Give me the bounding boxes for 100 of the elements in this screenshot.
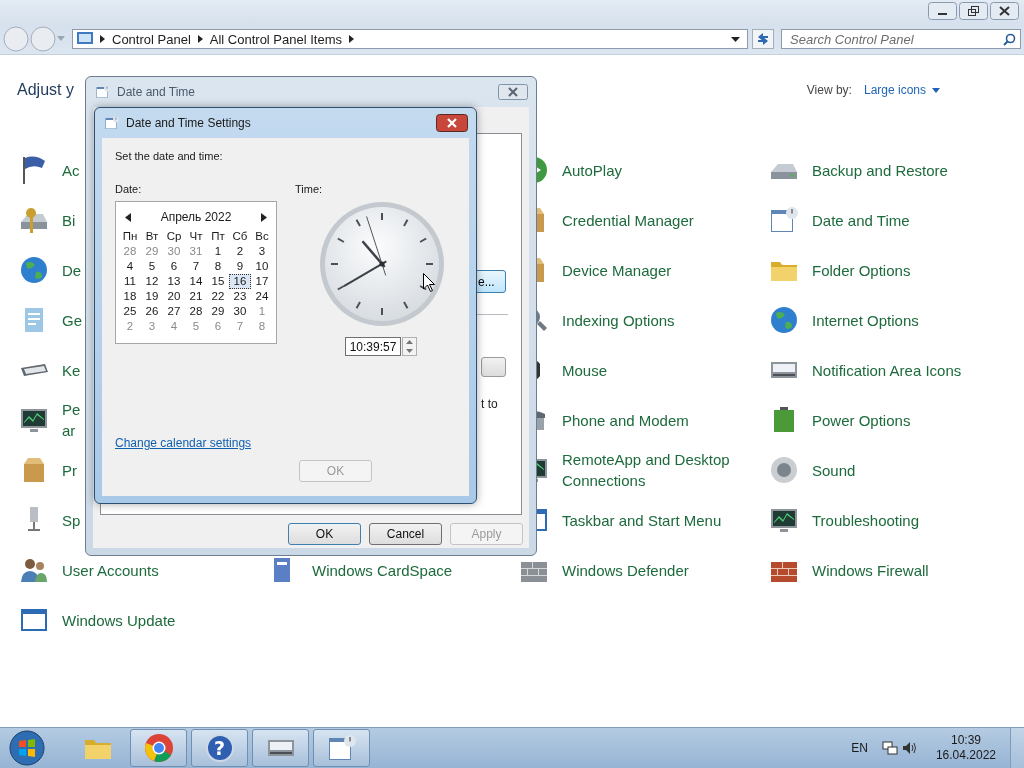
calendar-day[interactable]: 6 xyxy=(163,259,185,274)
weekday-header: Вт xyxy=(144,229,160,244)
calendar-day[interactable]: 29 xyxy=(141,244,163,259)
dialog-button[interactable]: Cancel xyxy=(369,523,442,545)
control-panel-item[interactable]: Sp xyxy=(62,509,81,531)
control-panel-item[interactable]: Pr xyxy=(62,459,77,481)
control-panel-item[interactable]: Troubleshooting xyxy=(812,509,919,531)
view-by-dropdown[interactable]: Large icons xyxy=(863,83,926,97)
calendar-day[interactable]: 2 xyxy=(229,244,251,259)
clock-time[interactable]: 10:39 xyxy=(950,733,981,748)
control-panel-item[interactable]: Ke xyxy=(62,359,81,381)
control-panel-item[interactable]: Windows Defender xyxy=(562,559,689,581)
calendar-day[interactable]: 8 xyxy=(251,319,273,334)
calendar-day[interactable]: 19 xyxy=(141,289,163,304)
calendar-day[interactable]: 3 xyxy=(251,244,273,259)
calendar-day[interactable]: 29 xyxy=(207,304,229,319)
calendar-day[interactable]: 20 xyxy=(163,289,185,304)
calendar-settings-link[interactable]: Change calendar settings xyxy=(115,436,252,450)
calendar[interactable]: Апрель 2022 Пн Вт Ср Чт Пт Сб Вс 28 29 30 31 1 2 3 4 5 6 7 8 9 10 11 12 13 14 15 16 17 18 19 20 21 22 23 24 25 26 27 28 29 30 1 2 3 4 5 6 7 8 xyxy=(115,201,277,344)
control-panel-item[interactable]: RemoteApp and Desktop Connections xyxy=(562,449,752,491)
month-title[interactable]: Апрель 2022 xyxy=(160,210,232,224)
page-heading: Adjust y xyxy=(17,81,74,99)
calendar-day[interactable]: 2 xyxy=(119,319,141,334)
calendar-day[interactable]: 7 xyxy=(185,259,207,274)
calendar-day[interactable]: 28 xyxy=(185,304,207,319)
calendar-day[interactable]: 14 xyxy=(185,274,207,289)
calendar-day[interactable]: 30 xyxy=(163,244,185,259)
calendar-day[interactable]: 1 xyxy=(207,244,229,259)
control-panel-item[interactable]: Windows Update xyxy=(62,609,176,631)
weekday-header: Чт xyxy=(188,229,204,244)
window-title: Date and Time xyxy=(117,85,196,99)
calendar-day[interactable]: 4 xyxy=(119,259,141,274)
calendar-day[interactable]: 15 xyxy=(207,274,229,289)
weekday-header: Пт xyxy=(210,229,226,244)
calendar-day[interactable]: 25 xyxy=(119,304,141,319)
note-text: t to xyxy=(481,397,498,411)
control-panel-item[interactable]: Sound xyxy=(812,459,856,481)
control-panel-item[interactable]: AutoPlay xyxy=(562,159,623,181)
calendar-day[interactable]: 9 xyxy=(229,259,251,274)
calendar-day[interactable]: 28 xyxy=(119,244,141,259)
control-panel-item[interactable]: Notification Area Icons xyxy=(812,359,962,381)
calendar-day[interactable]: 30 xyxy=(229,304,251,319)
time-field[interactable]: 10:39:57 xyxy=(344,337,402,356)
calendar-day[interactable]: 26 xyxy=(141,304,163,319)
window-title: Date and Time Settings xyxy=(126,116,251,130)
weekday-header: Вс xyxy=(254,229,270,244)
calendar-day[interactable]: 24 xyxy=(251,289,273,304)
calendar-day[interactable]: 31 xyxy=(185,244,207,259)
control-panel-item[interactable]: Pe ar xyxy=(62,399,81,441)
calendar-day[interactable]: 17 xyxy=(251,274,273,289)
calendar-day[interactable]: 22 xyxy=(207,289,229,304)
time-label: Time: xyxy=(295,183,323,195)
control-panel-item[interactable]: Internet Options xyxy=(812,309,919,331)
control-panel-item[interactable]: Date and Time xyxy=(812,209,910,231)
help-icon: ? xyxy=(205,734,234,762)
control-panel-item[interactable]: Backup and Restore xyxy=(812,159,948,181)
clock-date[interactable]: 16.04.2022 xyxy=(935,748,996,763)
weekday-header: Пн xyxy=(121,229,139,244)
control-panel-item[interactable]: Ge xyxy=(62,309,82,331)
control-panel-item[interactable]: Folder Options xyxy=(812,259,911,281)
weekday-header: Ср xyxy=(165,229,183,244)
calendar-day[interactable]: 10 xyxy=(251,259,273,274)
taskbar-button[interactable]: ? xyxy=(191,729,248,767)
control-panel-item[interactable]: User Accounts xyxy=(62,559,159,581)
control-panel-item[interactable]: Ac xyxy=(62,159,80,181)
view-by-label: View by: xyxy=(806,83,852,97)
date-label: Date: xyxy=(115,183,142,195)
control-panel-item[interactable]: Indexing Options xyxy=(562,309,675,331)
control-panel-item[interactable]: Device Manager xyxy=(562,259,672,281)
calendar-day[interactable]: 12 xyxy=(141,274,163,289)
calendar-day[interactable]: 11 xyxy=(119,274,141,289)
calendar-day[interactable]: 5 xyxy=(185,319,207,334)
calendar-day[interactable]: 5 xyxy=(141,259,163,274)
calendar-day[interactable]: 6 xyxy=(207,319,229,334)
calendar-day[interactable]: 8 xyxy=(207,259,229,274)
control-panel-item[interactable]: Windows Firewall xyxy=(812,559,929,581)
search-field[interactable]: Search Control Panel xyxy=(781,29,1021,49)
control-panel-item[interactable]: Mouse xyxy=(562,359,608,381)
prompt-text: Set the date and time: xyxy=(115,150,224,162)
calendar-day[interactable]: 18 xyxy=(119,289,141,304)
breadcrumb[interactable]: Control Panel xyxy=(112,31,191,47)
breadcrumb[interactable]: All Control Panel Items xyxy=(209,31,342,47)
calendar-day[interactable]: 16 xyxy=(229,274,251,289)
language-indicator[interactable]: EN xyxy=(851,741,868,755)
control-panel-item[interactable]: Power Options xyxy=(812,409,911,431)
calendar-day[interactable]: 3 xyxy=(141,319,163,334)
calendar-day[interactable]: 21 xyxy=(185,289,207,304)
control-panel-item[interactable]: Windows CardSpace xyxy=(312,559,453,581)
calendar-day[interactable]: 7 xyxy=(229,319,251,334)
dialog-button[interactable]: OK xyxy=(288,523,361,545)
control-panel-item[interactable]: De xyxy=(62,259,82,281)
calendar-day[interactable]: 13 xyxy=(163,274,185,289)
control-panel-item[interactable]: Bi xyxy=(62,209,76,231)
control-panel-item[interactable]: Phone and Modem xyxy=(562,409,689,431)
calendar-day[interactable]: 23 xyxy=(229,289,251,304)
calendar-day[interactable]: 1 xyxy=(251,304,273,319)
weekday-header: Сб xyxy=(231,229,249,244)
control-panel-item[interactable]: Credential Manager xyxy=(562,209,694,231)
control-panel-item[interactable]: Taskbar and Start Menu xyxy=(562,509,722,531)
calendar-day[interactable]: 27 xyxy=(163,304,185,319)
